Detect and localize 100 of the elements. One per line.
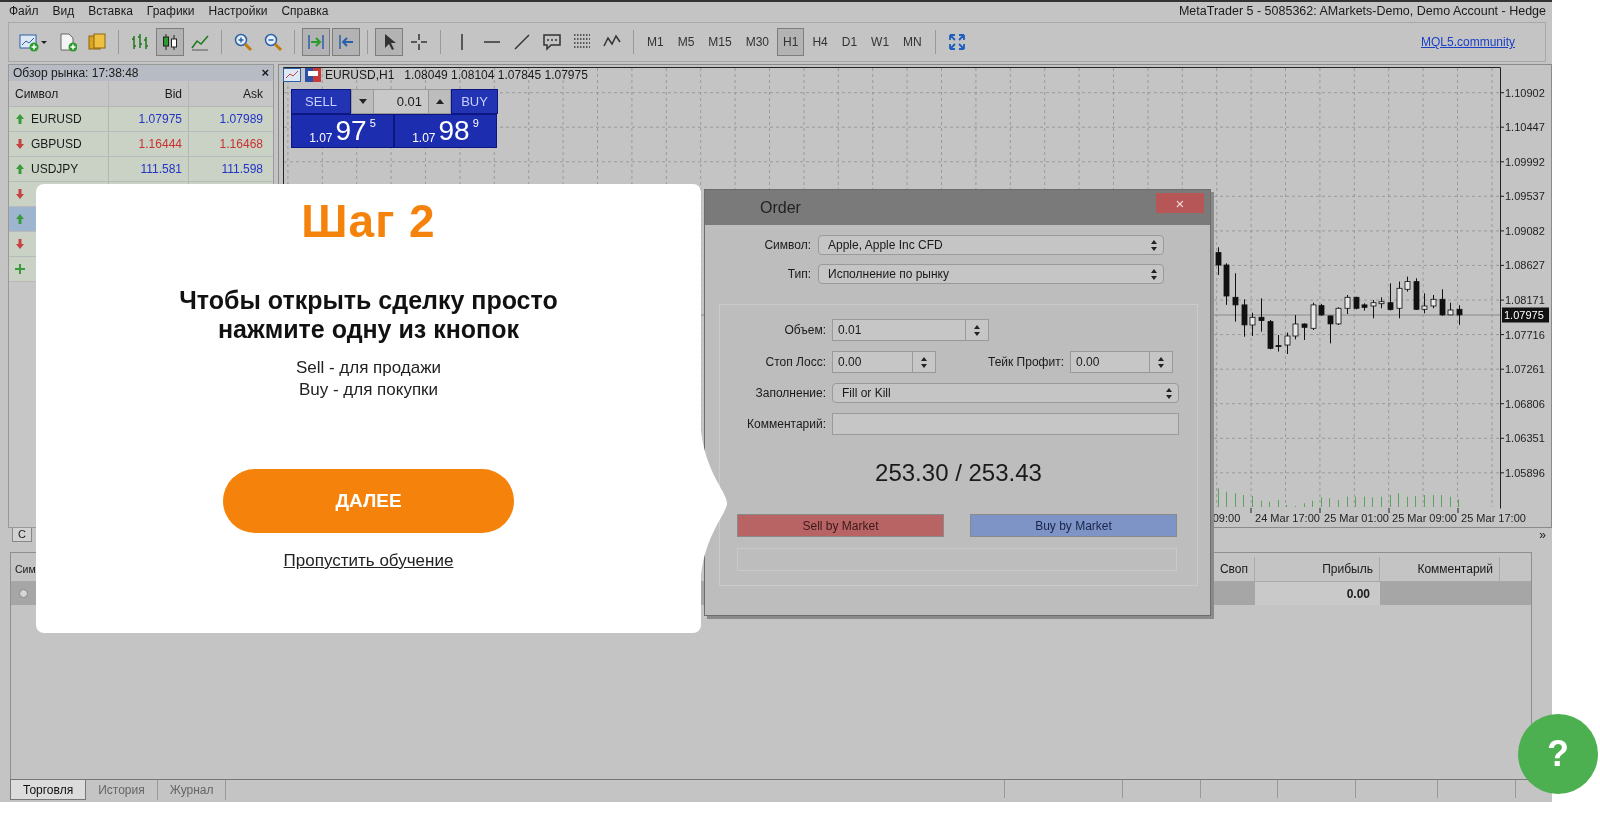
menu-item[interactable]: Вид: [45, 3, 82, 19]
time-axis-label: 25 Mar 09:00: [1392, 512, 1457, 524]
stop-loss-field[interactable]: 0.00: [832, 351, 936, 373]
menu-item[interactable]: Настройки: [201, 3, 275, 19]
decrease-button[interactable]: [352, 90, 374, 113]
price-axis-label: 1.06351: [1505, 432, 1545, 445]
spin-arrows-icon[interactable]: [921, 356, 927, 368]
column-header[interactable]: Прибыль: [1255, 557, 1380, 581]
table-row[interactable]: EURUSD 1.07975 1.07989: [9, 107, 273, 132]
column-header[interactable]: Bid: [109, 81, 189, 106]
current-price-tag: 1.07975: [1502, 307, 1549, 323]
timeframe-button[interactable]: H1: [777, 28, 805, 56]
timeframe-button[interactable]: M15: [702, 28, 738, 56]
arrow-up-icon: [15, 163, 25, 175]
price-axis-label: 1.08171: [1505, 294, 1545, 307]
window-title: MetaTrader 5 - 5085362: AMarkets-Demo, Demo Account - Hedge: [1178, 4, 1547, 18]
price-axis-label: 1.09992: [1505, 155, 1545, 168]
field-label: Тип:: [786, 267, 811, 281]
price-cell: 1.07989: [219, 112, 263, 126]
flag-icon: [305, 68, 321, 82]
table-row[interactable]: USDJPY 111.581 111.598: [9, 157, 273, 182]
candle: [1232, 272, 1239, 323]
take-profit-field[interactable]: 0.00: [1070, 351, 1173, 373]
price-cell: 1.07975: [138, 112, 182, 126]
field-label: Объем:: [783, 323, 826, 337]
candle: [1344, 294, 1351, 315]
candle: [1301, 322, 1308, 341]
column-header[interactable]: Символ: [9, 81, 109, 106]
symbol-cell: EURUSD: [31, 112, 82, 126]
sell-by-market-button[interactable]: Sell by Market: [737, 514, 944, 537]
price-axis-label: 1.08627: [1505, 259, 1545, 272]
time-axis-label: 25 Mar 01:00: [1324, 512, 1389, 524]
timeframe-button[interactable]: W1: [865, 28, 896, 56]
field-label: Заполнение:: [754, 386, 826, 400]
caret-up-icon: [435, 99, 444, 104]
updown-caret-icon: [1166, 387, 1172, 399]
timeframe-button[interactable]: M5: [671, 28, 701, 56]
price-axis-label: 1.10902: [1505, 86, 1545, 99]
menu-item[interactable]: Файл: [2, 3, 46, 19]
column-header[interactable]: Ask: [189, 81, 271, 106]
hint-text: Sell - для продажи: [295, 357, 442, 379]
chart-symbol: EURUSD,H1: [325, 68, 395, 82]
price-cell: 1.16468: [219, 137, 263, 151]
status-dot-icon: [19, 589, 28, 598]
plus-icon: [15, 263, 25, 275]
symbol-cell: USDJPY: [31, 162, 79, 176]
updown-caret-icon: [1151, 239, 1157, 251]
menu-item[interactable]: Справка: [274, 3, 336, 19]
timeframe-button[interactable]: M1: [641, 28, 670, 56]
price-axis-label: 1.10447: [1505, 121, 1545, 134]
tab[interactable]: С: [12, 528, 32, 542]
sell-button[interactable]: SELL: [291, 89, 351, 114]
more-button[interactable]: »: [1539, 528, 1546, 542]
candlestick-icon[interactable]: [156, 28, 184, 56]
close-button[interactable]: ×: [261, 66, 269, 80]
price-cell: 111.581: [140, 162, 182, 176]
buy-button[interactable]: BUY: [451, 89, 498, 114]
timeframe-button[interactable]: H4: [806, 28, 834, 56]
arrow-up-icon: [15, 213, 25, 225]
field-label: Стоп Лосс:: [764, 355, 826, 369]
candle: [1430, 294, 1437, 309]
arrow-down-icon: [15, 138, 25, 150]
volume-field[interactable]: 0.01: [832, 319, 989, 341]
price-cell: 111.598: [221, 162, 263, 176]
volume-field[interactable]: 0.01: [351, 89, 451, 114]
menu-item[interactable]: Графики: [139, 3, 202, 19]
timeframe-button[interactable]: MN: [897, 28, 928, 56]
price-cell: 1.16444: [138, 137, 182, 151]
hint-text: Buy - для покупки: [298, 379, 439, 401]
price-axis-label: 1.09537: [1505, 190, 1545, 203]
time-axis-label: 24 Mar 17:00: [1255, 512, 1320, 524]
symbol-select[interactable]: Apple, Apple Inc CFD: [818, 235, 1164, 255]
price-axis-label: 1.07261: [1505, 363, 1545, 376]
arrow-down-icon: [15, 188, 25, 200]
close-button[interactable]: ×: [1156, 193, 1204, 213]
skip-link[interactable]: Пропустить обучение: [283, 551, 454, 571]
panel-title: Обзор рынка: 17:38:48: [13, 66, 139, 80]
time-axis-label: 25 Mar 17:00: [1461, 512, 1526, 524]
increase-button[interactable]: [428, 90, 450, 113]
timeframe-button[interactable]: D1: [835, 28, 864, 56]
buy-by-market-button[interactable]: Buy by Market: [970, 514, 1177, 537]
column-header[interactable]: Комментарий: [1380, 557, 1500, 581]
spin-arrows-icon[interactable]: [1158, 356, 1164, 368]
cursor-icon[interactable]: [375, 28, 403, 56]
chart-window-icon: [283, 68, 301, 82]
community-link[interactable]: MQL5.community: [1420, 35, 1515, 49]
arrow-down-icon: [15, 238, 25, 250]
filling-select[interactable]: Fill or Kill: [832, 383, 1179, 403]
comment-field[interactable]: [832, 413, 1179, 435]
table-row[interactable]: GBPUSD 1.16444 1.16468: [9, 132, 273, 157]
candle: [1258, 297, 1265, 333]
field-label: Тейк Профит:: [987, 355, 1064, 369]
table-cell: 0.00: [1255, 582, 1380, 605]
field-label: Символ:: [763, 238, 811, 252]
tab[interactable]: Торговля: [10, 780, 87, 800]
type-select[interactable]: Исполнение по рынку: [818, 264, 1164, 284]
timeframe-button[interactable]: M30: [739, 28, 776, 56]
arrow-up-icon: [15, 113, 25, 125]
menu-item[interactable]: Вставка: [81, 3, 140, 19]
spin-arrows-icon[interactable]: [974, 324, 980, 336]
